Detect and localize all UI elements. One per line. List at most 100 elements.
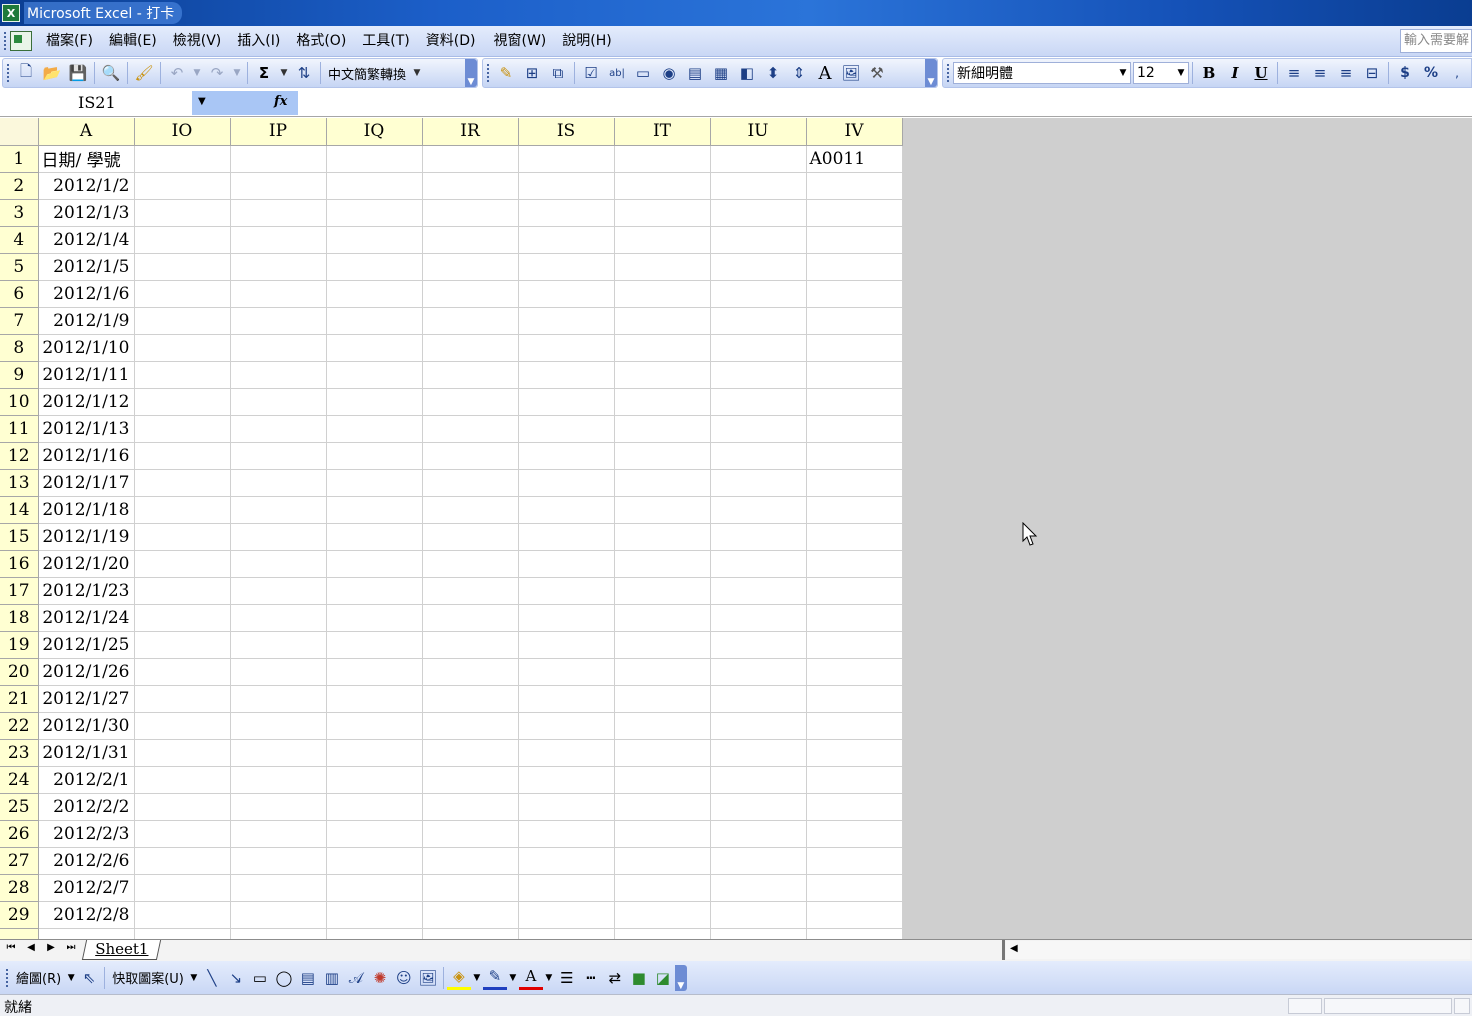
cell[interactable] <box>614 874 711 902</box>
column-header-iq[interactable]: IQ <box>326 118 423 146</box>
fill-color-icon[interactable]: ◈ <box>446 966 471 990</box>
cell[interactable] <box>518 847 615 875</box>
shadow-style-icon[interactable]: ■ <box>627 966 651 990</box>
cell[interactable] <box>710 874 807 902</box>
date-cell[interactable]: 2012/2/8 <box>38 901 135 929</box>
cell[interactable] <box>806 820 903 848</box>
cell[interactable] <box>614 388 711 416</box>
cell[interactable] <box>710 577 807 605</box>
cell[interactable] <box>134 496 231 524</box>
cell[interactable] <box>230 469 327 497</box>
cell[interactable] <box>518 415 615 443</box>
cell[interactable] <box>614 523 711 551</box>
menu-edit[interactable]: 編輯(E) <box>101 29 165 53</box>
row-header[interactable]: 11 <box>0 415 39 443</box>
cell[interactable] <box>134 550 231 578</box>
cell[interactable] <box>614 847 711 875</box>
date-cell[interactable]: 2012/2/6 <box>38 847 135 875</box>
cell[interactable] <box>134 388 231 416</box>
cell[interactable] <box>422 145 519 173</box>
oval-icon[interactable]: ◯ <box>272 966 296 990</box>
row-header[interactable]: 24 <box>0 766 39 794</box>
cell[interactable] <box>230 901 327 929</box>
diagram-icon[interactable]: ✺ <box>368 966 392 990</box>
row-header[interactable]: 15 <box>0 523 39 551</box>
cell[interactable] <box>614 604 711 632</box>
row-header[interactable]: 3 <box>0 199 39 227</box>
cell[interactable] <box>806 415 903 443</box>
autosum-icon[interactable]: Σ <box>252 61 276 85</box>
italic-button[interactable]: I <box>1223 61 1247 85</box>
dash-style-icon[interactable]: ┅ <box>579 966 603 990</box>
row-header[interactable]: 22 <box>0 712 39 740</box>
cell[interactable] <box>230 361 327 389</box>
cell[interactable] <box>422 820 519 848</box>
name-box-dropdown[interactable]: ▼ fx <box>192 91 298 115</box>
cell[interactable] <box>134 631 231 659</box>
option-button-icon[interactable]: ◉ <box>657 61 681 85</box>
toggle-button-icon[interactable]: ◧ <box>735 61 759 85</box>
date-cell[interactable]: 2012/1/20 <box>38 550 135 578</box>
cell[interactable] <box>422 469 519 497</box>
column-header-ir[interactable]: IR <box>422 118 519 146</box>
previous-sheet-icon[interactable]: ◀ <box>24 942 38 953</box>
cell[interactable] <box>134 685 231 713</box>
undo-dropdown-icon[interactable]: ▼ <box>191 61 203 85</box>
column-header-iv[interactable]: IV <box>806 118 903 146</box>
cell[interactable] <box>614 658 711 686</box>
align-left-icon[interactable]: ≡ <box>1282 61 1306 85</box>
cell[interactable] <box>806 874 903 902</box>
view-code-icon[interactable]: ⧉ <box>546 61 570 85</box>
cell[interactable] <box>326 469 423 497</box>
cell[interactable] <box>518 901 615 929</box>
cell[interactable] <box>326 307 423 335</box>
row-header[interactable]: 12 <box>0 442 39 470</box>
cell[interactable] <box>326 388 423 416</box>
label-icon[interactable]: A <box>813 61 837 85</box>
cell[interactable] <box>710 226 807 254</box>
date-cell[interactable]: 2012/2/7 <box>38 874 135 902</box>
cell[interactable] <box>134 793 231 821</box>
cell[interactable] <box>326 847 423 875</box>
cell[interactable] <box>230 847 327 875</box>
new-icon[interactable]: 🗋 <box>14 61 38 85</box>
cell[interactable] <box>518 685 615 713</box>
date-cell[interactable]: 2012/1/3 <box>38 199 135 227</box>
percent-button[interactable]: % <box>1419 61 1443 85</box>
cell[interactable] <box>806 712 903 740</box>
row-header[interactable] <box>0 928 39 939</box>
save-icon[interactable]: 💾 <box>66 61 90 85</box>
cell[interactable] <box>422 334 519 362</box>
line-style-icon[interactable]: ☰ <box>555 966 579 990</box>
cell[interactable] <box>422 658 519 686</box>
cell[interactable] <box>422 253 519 281</box>
cell[interactable] <box>518 388 615 416</box>
date-cell[interactable]: 2012/1/5 <box>38 253 135 281</box>
cell[interactable] <box>134 469 231 497</box>
cell[interactable] <box>614 199 711 227</box>
cell[interactable] <box>710 199 807 227</box>
align-right-icon[interactable]: ≡ <box>1334 61 1358 85</box>
undo-icon[interactable]: ↶ <box>165 61 189 85</box>
cell[interactable] <box>230 496 327 524</box>
cell[interactable] <box>326 820 423 848</box>
cell[interactable] <box>806 793 903 821</box>
draw-menu-button[interactable]: 繪圖(R) <box>12 968 65 987</box>
cell[interactable] <box>518 253 615 281</box>
name-box[interactable]: IS21 <box>2 91 192 115</box>
cell[interactable] <box>326 928 423 939</box>
menu-tools[interactable]: 工具(T) <box>354 29 417 53</box>
cell[interactable] <box>326 199 423 227</box>
cell[interactable] <box>326 334 423 362</box>
date-cell[interactable]: 2012/1/25 <box>38 631 135 659</box>
cell[interactable] <box>518 820 615 848</box>
autoshapes-button[interactable]: 快取圖案(U) <box>108 968 188 987</box>
3d-style-icon[interactable]: ◪ <box>651 966 675 990</box>
row-header[interactable]: 1 <box>0 145 39 173</box>
cell[interactable] <box>422 199 519 227</box>
cell[interactable] <box>134 901 231 929</box>
cell[interactable] <box>38 928 135 939</box>
chevron-down-icon[interactable]: ▼ <box>471 966 483 990</box>
row-header[interactable]: 17 <box>0 577 39 605</box>
insert-function-icon[interactable]: fx <box>274 94 287 109</box>
